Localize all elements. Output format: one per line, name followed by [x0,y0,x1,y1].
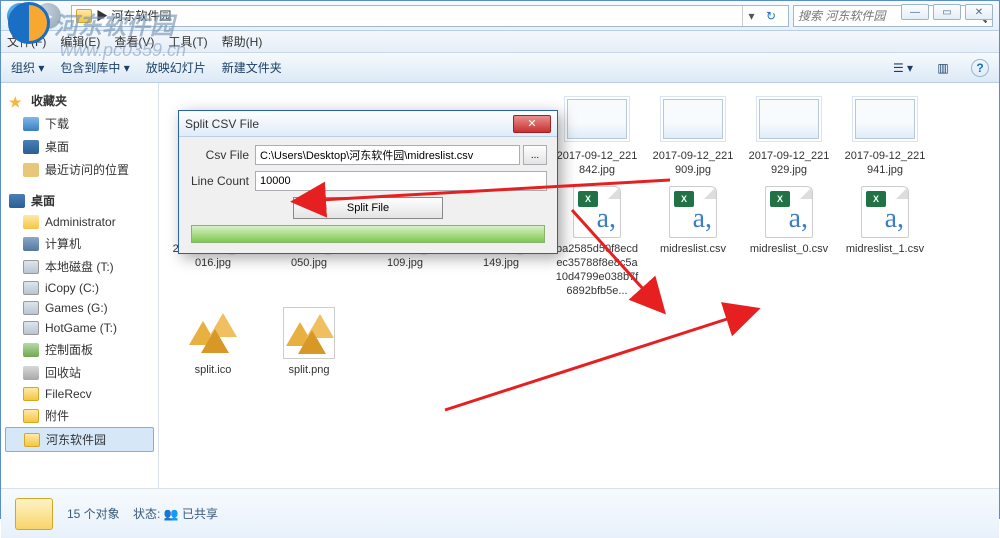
explorer-window: ◀ ▶ ▶ 河东软件园 ▾ ↻ 🔍 — ▭ ✕ 文件(F) 编辑(E) 查看(V… [0,0,1000,519]
file-item[interactable]: Xa, midreslist_0.csv [745,186,833,299]
sidebar-downloads[interactable]: 下载 [1,112,158,135]
csv-file-icon: Xa, [661,186,725,238]
img-file-icon [757,93,821,145]
menu-file[interactable]: 文件(F) [7,33,46,50]
img-file-icon [661,93,725,145]
slideshow-button[interactable]: 放映幻灯片 [146,59,206,76]
file-name: split.png [287,363,332,377]
file-item[interactable]: split.ico [169,307,257,377]
window-controls: — ▭ ✕ [901,4,993,20]
line-count-input[interactable] [255,171,547,191]
progress-bar [191,225,545,243]
sidebar-current-folder[interactable]: 河东软件园 [5,427,154,452]
sidebar-administrator[interactable]: Administrator [1,212,158,232]
view-options-button[interactable]: ☰ ▾ [891,58,915,78]
img-file-icon [565,93,629,145]
preview-pane-button[interactable]: ▥ [931,58,955,78]
minimize-button[interactable]: — [901,4,929,20]
file-item[interactable]: Xa, midreslist_1.csv [841,186,929,299]
refresh-button[interactable]: ↻ [760,6,782,26]
file-item[interactable]: Xa,ba2585d50f8ecdec35788f8e8c5a10d4799e0… [553,186,641,299]
sidebar-drive-hotgame[interactable]: HotGame (T:) [1,318,158,338]
split-file-button[interactable]: Split File [293,197,443,219]
csv-file-icon: Xa, [853,186,917,238]
sidebar-recycle-bin[interactable]: 回收站 [1,361,158,384]
address-bar[interactable]: ▶ 河东软件园 ▾ ↻ [71,5,789,27]
drive-icon [23,321,39,335]
address-text: ▶ 河东软件园 [96,7,742,24]
csv-file-icon: Xa, [757,186,821,238]
watermark-url: www.pc0359.cn [60,40,186,61]
nav-back-button[interactable]: ◀ [7,3,33,29]
browse-button[interactable]: ... [523,145,547,165]
folder-icon [24,433,40,447]
dialog-titlebar[interactable]: Split CSV File ✕ [179,111,557,137]
file-name: split.ico [193,363,234,377]
csv-file-input[interactable] [255,145,520,165]
dialog-close-button[interactable]: ✕ [513,115,551,133]
file-name: midreslist.csv [658,242,728,256]
csv-file-icon: Xa, [565,186,629,238]
user-icon [23,215,39,229]
file-item[interactable]: Xa, midreslist.csv [649,186,737,299]
sidebar-computer[interactable]: 计算机 [1,232,158,255]
drive-icon [23,301,39,315]
statusbar: 15 个对象 状态: 👥 已共享 [1,488,999,538]
file-name: 2017-09-12_221929.jpg [745,149,833,178]
file-name: 2017-09-12_221909.jpg [649,149,737,178]
computer-icon [23,237,39,251]
sidebar-recent[interactable]: 最近访问的位置 [1,158,158,181]
help-button[interactable]: ? [971,59,989,77]
sidebar-attachments[interactable]: 附件 [1,404,158,427]
file-name: ba2585d50f8ecdec35788f8e8c5a10d4799e038b… [553,242,641,299]
folder-icon [15,498,53,530]
png-file-icon [277,307,341,359]
address-dropdown[interactable]: ▾ [742,6,760,26]
split-csv-dialog: Split CSV File ✕ Csv File ... Line Count… [178,110,558,254]
star-icon: ★ [9,94,25,108]
menu-help[interactable]: 帮助(H) [222,33,263,50]
recent-icon [23,163,39,177]
sidebar-desktop-header[interactable]: 桌面 [1,189,158,212]
download-icon [23,117,39,131]
file-item[interactable]: split.png [265,307,353,377]
folder-icon [23,387,39,401]
maximize-button[interactable]: ▭ [933,4,961,20]
sidebar-drive-t[interactable]: 本地磁盘 (T:) [1,255,158,278]
file-item[interactable]: 2017-09-12_221842.jpg [553,93,641,178]
file-name: 2017-09-12_221842.jpg [553,149,641,178]
ico-file-icon [181,307,245,359]
file-item[interactable]: 2017-09-12_221941.jpg [841,93,929,178]
include-library-button[interactable]: 包含到库中 ▾ [60,59,129,76]
sidebar-drive-c[interactable]: iCopy (C:) [1,278,158,298]
sidebar-drive-g[interactable]: Games (G:) [1,298,158,318]
file-name: midreslist_0.csv [748,242,830,256]
file-name: 2017-09-12_221941.jpg [841,149,929,178]
nav-forward-button[interactable]: ▶ [35,3,61,29]
recycle-bin-icon [23,366,39,380]
close-button[interactable]: ✕ [965,4,993,20]
sidebar: ★收藏夹 下载 桌面 最近访问的位置 桌面 Administrator 计算机 … [1,83,159,488]
file-name: midreslist_1.csv [844,242,926,256]
sidebar-favorites-header[interactable]: ★收藏夹 [1,89,158,112]
control-panel-icon [23,343,39,357]
new-folder-button[interactable]: 新建文件夹 [222,59,282,76]
csv-file-label: Csv File [189,148,255,162]
folder-icon [23,409,39,423]
desktop-icon [23,140,39,154]
sidebar-desktop-fav[interactable]: 桌面 [1,135,158,158]
img-file-icon [853,93,917,145]
organize-button[interactable]: 组织 ▾ [11,59,44,76]
desktop-icon [9,194,25,208]
titlebar: ◀ ▶ ▶ 河东软件园 ▾ ↻ 🔍 — ▭ ✕ [1,1,999,31]
sidebar-control-panel[interactable]: 控制面板 [1,338,158,361]
file-item[interactable]: 2017-09-12_221909.jpg [649,93,737,178]
sidebar-filerecv[interactable]: FileRecv [1,384,158,404]
line-count-label: Line Count [189,174,255,188]
dialog-title: Split CSV File [185,117,513,131]
file-item[interactable]: 2017-09-12_221929.jpg [745,93,833,178]
drive-icon [23,260,39,274]
drive-icon [23,281,39,295]
folder-icon [76,9,92,23]
